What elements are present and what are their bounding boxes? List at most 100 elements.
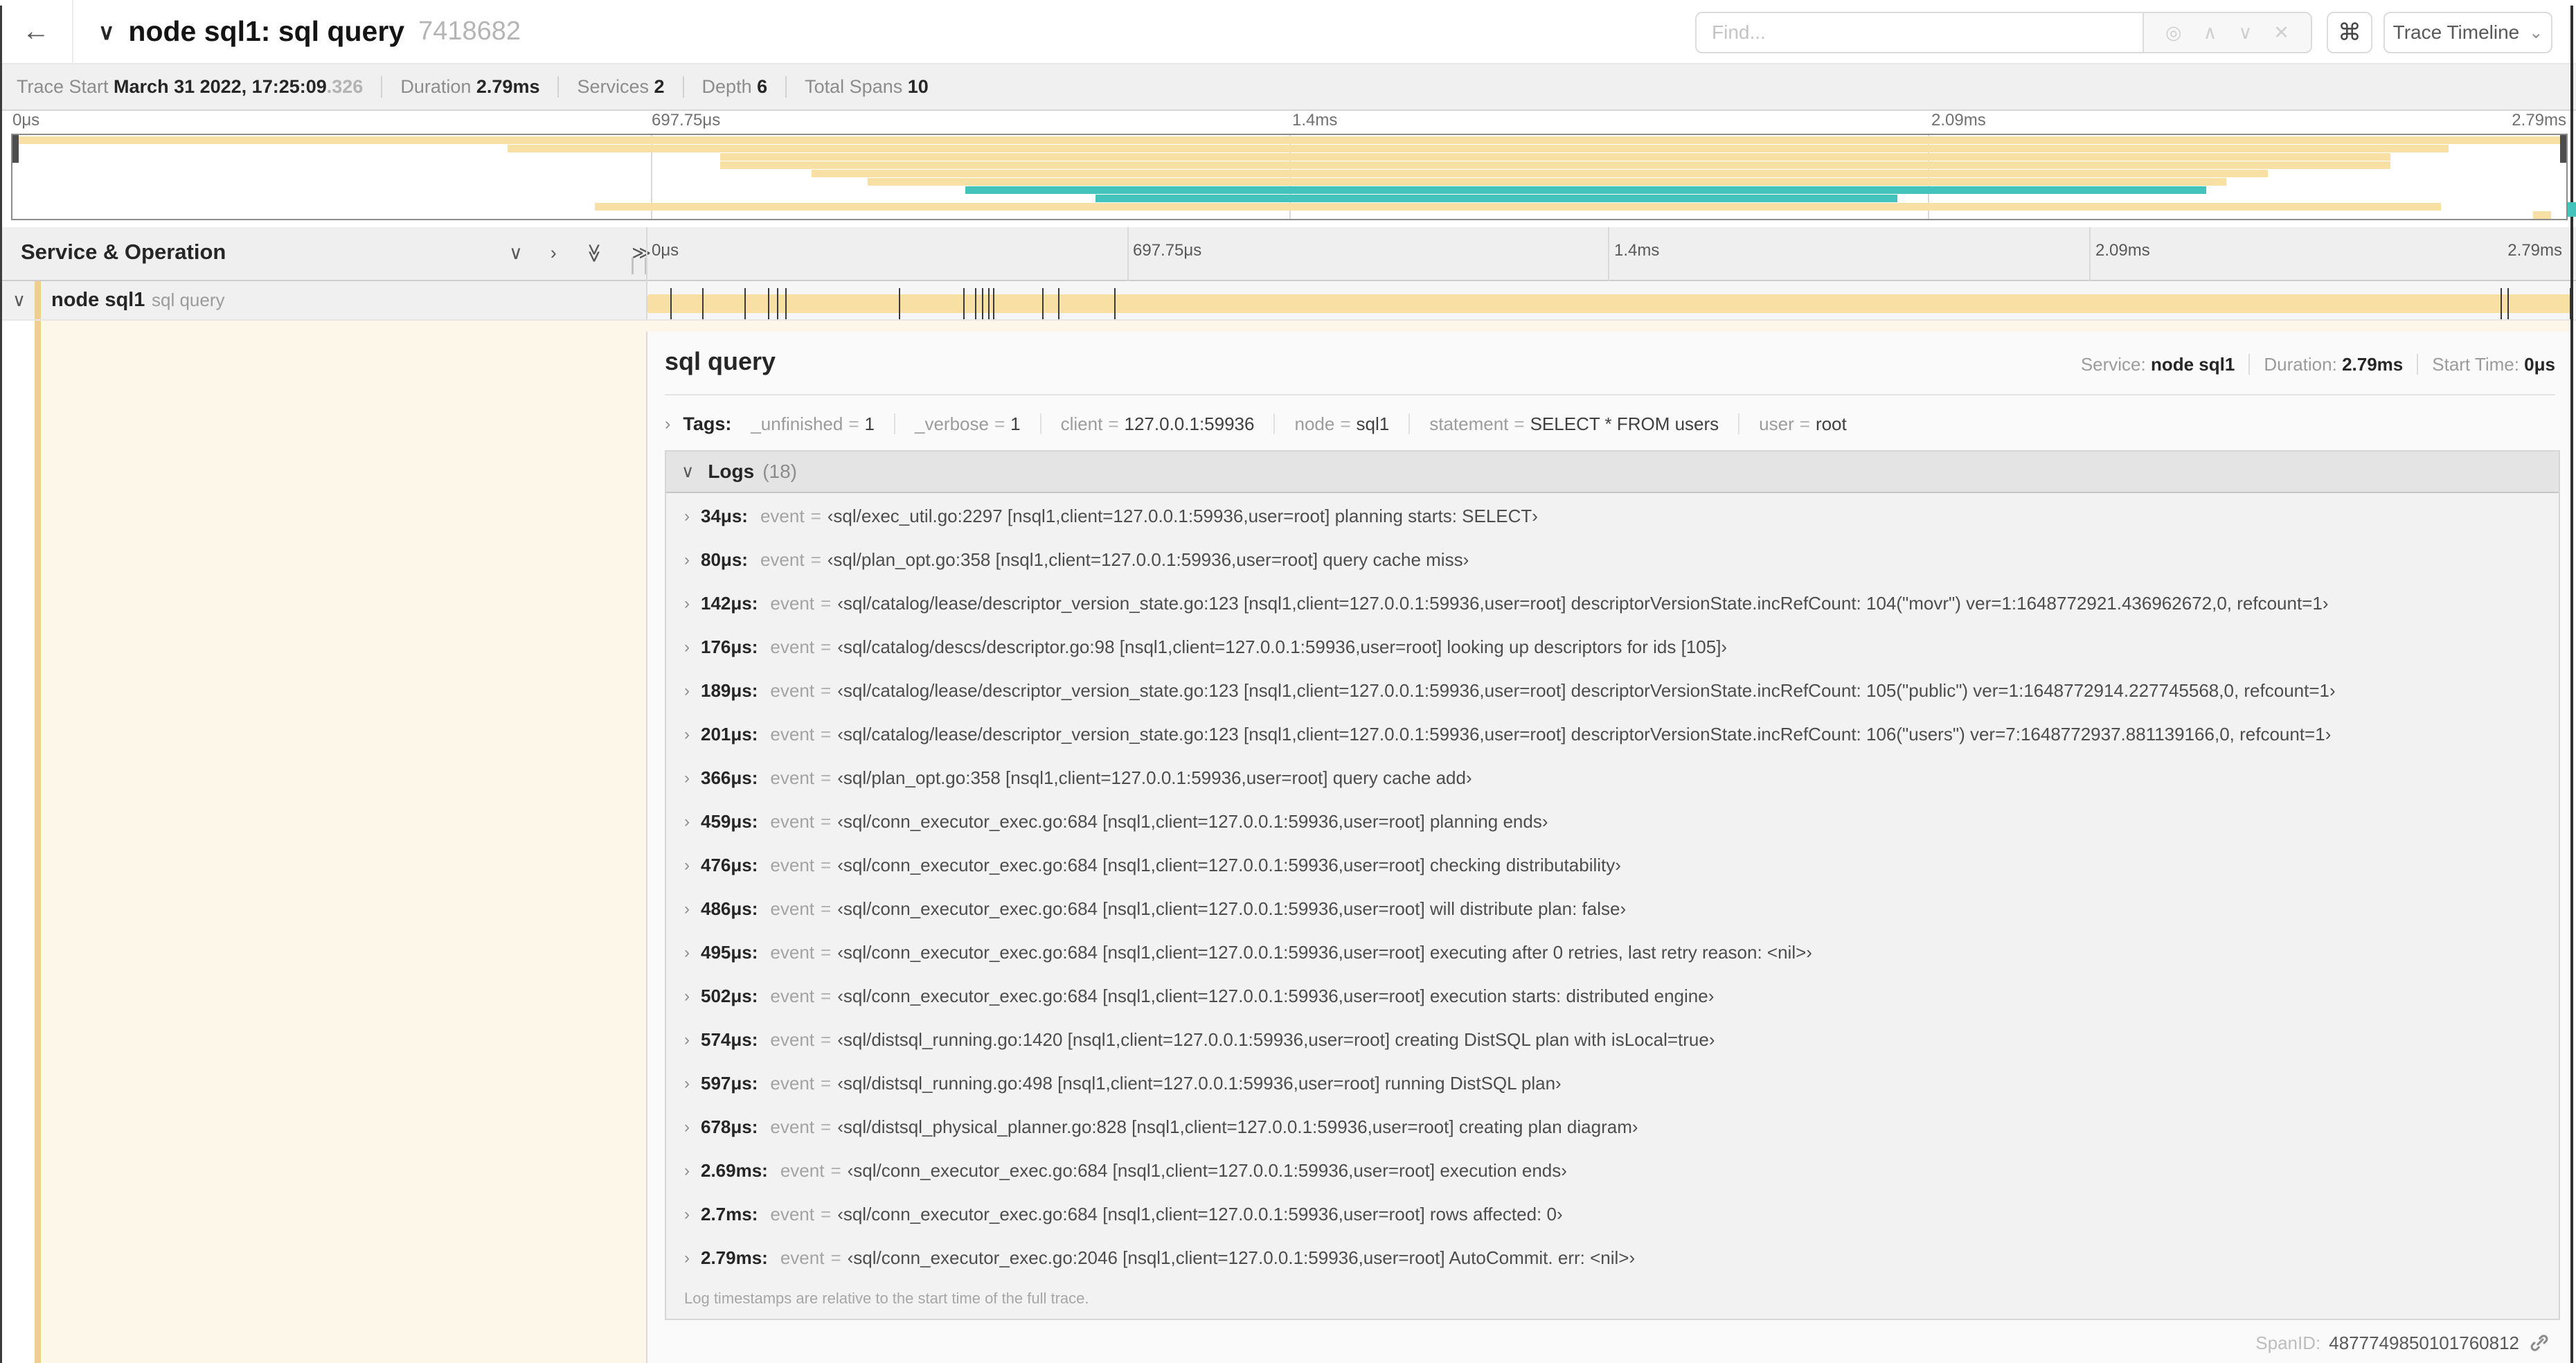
log-equals: = <box>821 1116 832 1137</box>
span-row-name-cell[interactable]: ∨ node sql1 sql query <box>0 281 646 319</box>
detail-stat: Duration: 2.79ms <box>2248 354 2404 375</box>
detail-stat: Service: node sql1 <box>2081 354 2235 375</box>
tag-items: _unfinished = 1 _verbose = 1 client = 127.0.0.1:… <box>751 413 1847 435</box>
logs-accordion-header[interactable]: ∨ Logs (18) <box>666 452 2559 493</box>
chevron-down-icon[interactable]: ∨ <box>12 289 26 311</box>
log-field-name: event <box>770 767 815 788</box>
logs-count: (18) <box>762 461 797 482</box>
log-timestamp: 2.7ms: <box>701 1204 758 1224</box>
log-equals: = <box>821 680 832 701</box>
log-message: ‹sql/catalog/lease/descriptor_version_st… <box>837 680 2336 701</box>
log-timestamp: 2.79ms: <box>701 1247 768 1268</box>
log-equals: = <box>821 811 832 832</box>
meta-label: Depth <box>701 76 758 97</box>
log-entry[interactable]: › 176μs: event = ‹sql/catalog/descs/descript… <box>666 625 2559 669</box>
span-row[interactable]: ∨ node sql1 sql query <box>0 281 2576 321</box>
span-duration-bar[interactable] <box>647 288 2571 319</box>
chevron-down-icon: ⌄ <box>2529 23 2543 42</box>
tag-equals: = <box>848 413 859 434</box>
view-selector-button[interactable]: Trace Timeline ⌄ <box>2383 12 2552 53</box>
collapse-trace-chevron-icon[interactable]: ∨ <box>98 19 114 45</box>
log-timestamp: 34μs: <box>701 506 748 526</box>
span-row-timeline-cell[interactable] <box>647 281 2576 319</box>
log-marker <box>1113 288 1116 319</box>
log-entry[interactable]: › 597μs: event = ‹sql/distsql_running.go:498… <box>666 1062 2559 1105</box>
log-entry[interactable]: › 476μs: event = ‹sql/conn_executor_exec.go:… <box>666 844 2559 887</box>
tick-label: 2.79ms <box>2512 111 2566 130</box>
log-entry[interactable]: › 486μs: event = ‹sql/conn_executor_exec.go:… <box>666 887 2559 931</box>
log-field-name: event <box>770 593 815 614</box>
log-timestamp: 366μs: <box>701 767 758 788</box>
trace-meta-item: Total Spans 10 <box>785 76 929 98</box>
minimap-span-bar <box>594 203 2442 211</box>
log-entry[interactable]: › 2.7ms: event = ‹sql/conn_executor_exec.go:… <box>666 1193 2559 1236</box>
meta-label: Total Spans <box>805 76 908 97</box>
link-icon[interactable] <box>2528 1331 2551 1355</box>
log-equals: = <box>821 1073 832 1094</box>
find-input[interactable] <box>1712 21 2127 44</box>
meta-value: 2 <box>654 76 665 97</box>
log-marker <box>670 288 672 319</box>
log-entry[interactable]: › 502μs: event = ‹sql/conn_executor_exec.go:… <box>666 974 2559 1018</box>
log-message: ‹sql/conn_executor_exec.go:684 [nsql1,cl… <box>837 855 1621 875</box>
log-entry[interactable]: › 201μs: event = ‹sql/catalog/lease/descript… <box>666 713 2559 756</box>
find-clear-icon[interactable]: ✕ <box>2273 22 2289 44</box>
log-timestamp: 189μs: <box>701 680 758 701</box>
log-entry[interactable]: › 495μs: event = ‹sql/conn_executor_exec.go:… <box>666 931 2559 974</box>
tag-equals: = <box>1799 413 1810 434</box>
find-prev-icon[interactable]: ∧ <box>2203 22 2217 44</box>
log-equals: = <box>821 767 832 788</box>
tags-accordion[interactable]: › Tags: _unfinished = 1 _verbose = 1 client = 12… <box>665 404 1847 444</box>
tag-key: _unfinished <box>751 413 843 434</box>
log-rows: › 34μs: event = ‹sql/exec_util.go:2297 [nsql… <box>666 493 2559 1280</box>
chevron-right-icon: › <box>684 812 690 831</box>
log-entry[interactable]: › 189μs: event = ‹sql/catalog/lease/descript… <box>666 669 2559 713</box>
log-entry[interactable]: › 574μs: event = ‹sql/distsql_running.go:142… <box>666 1018 2559 1062</box>
chevron-right-icon: › <box>684 1204 690 1224</box>
log-entry[interactable]: › 80μs: event = ‹sql/plan_opt.go:358 [nsql1,… <box>666 538 2559 582</box>
chevron-right-icon: › <box>684 681 690 700</box>
log-message: ‹sql/distsql_running.go:498 [nsql1,clien… <box>837 1073 1562 1094</box>
log-marker <box>974 288 976 319</box>
tag-value: root <box>1815 413 1847 434</box>
tag-item: node = sql1 <box>1273 413 1390 434</box>
log-field-name: event <box>770 1116 815 1137</box>
log-entry[interactable]: › 34μs: event = ‹sql/exec_util.go:2297 [nsql… <box>666 495 2559 538</box>
log-entry[interactable]: › 2.79ms: event = ‹sql/conn_executor_exec.go… <box>666 1236 2559 1280</box>
minimap-span-bar <box>868 178 2227 186</box>
log-marker <box>785 288 787 319</box>
log-entry[interactable]: › 459μs: event = ‹sql/conn_executor_exec.go:… <box>666 800 2559 844</box>
log-entry[interactable]: › 2.69ms: event = ‹sql/conn_executor_exec.go… <box>666 1149 2559 1193</box>
log-marker <box>987 288 990 319</box>
service-color-stripe <box>35 321 41 1363</box>
minimap-span-bar <box>1095 195 1897 202</box>
chevron-right-icon: › <box>684 1074 690 1093</box>
log-marker <box>899 288 901 319</box>
chevron-right-icon: › <box>684 855 690 875</box>
log-marker <box>701 288 704 319</box>
log-timestamp: 176μs: <box>701 636 758 657</box>
back-button[interactable]: ← <box>0 0 73 63</box>
trace-meta-item: Depth 6 <box>682 76 767 98</box>
log-field-name: event <box>770 1204 814 1224</box>
tag-item: _unfinished = 1 <box>751 413 875 434</box>
log-entry[interactable]: › 366μs: event = ‹sql/plan_opt.go:358 [nsql1… <box>666 756 2559 800</box>
minimap-canvas[interactable] <box>11 134 2568 220</box>
page-header: ← ∨ node sql1: sql query 7418682 ◎ ∧ ∨ ✕… <box>0 0 2576 64</box>
chevron-right-icon: › <box>684 550 690 569</box>
log-equals: = <box>821 593 832 614</box>
log-message: ‹sql/exec_util.go:2297 [nsql1,client=127… <box>827 506 1538 526</box>
scrollbar-thumb[interactable] <box>2568 202 2576 217</box>
minimap-left-drag-handle[interactable] <box>12 135 19 163</box>
minimap-right-drag-handle[interactable] <box>2560 135 2566 163</box>
meta-value: 2.79ms <box>476 76 540 97</box>
log-entry[interactable]: › 678μs: event = ‹sql/distsql_physical_plann… <box>666 1105 2559 1149</box>
keyboard-shortcuts-button[interactable]: ⌘ <box>2327 12 2372 53</box>
find-next-icon[interactable]: ∨ <box>2238 22 2252 44</box>
locate-icon[interactable]: ◎ <box>2165 22 2182 44</box>
log-entry[interactable]: › 142μs: event = ‹sql/catalog/lease/descript… <box>666 582 2559 625</box>
logs-section: ∨ Logs (18) › 34μs: event = ‹sql/exec_util.g… <box>665 450 2560 1320</box>
log-message: ‹sql/conn_executor_exec.go:684 [nsql1,cl… <box>837 986 1715 1006</box>
log-message: ‹sql/catalog/lease/descriptor_version_st… <box>837 724 2332 745</box>
tick-label: 1.4ms <box>1292 111 1338 130</box>
